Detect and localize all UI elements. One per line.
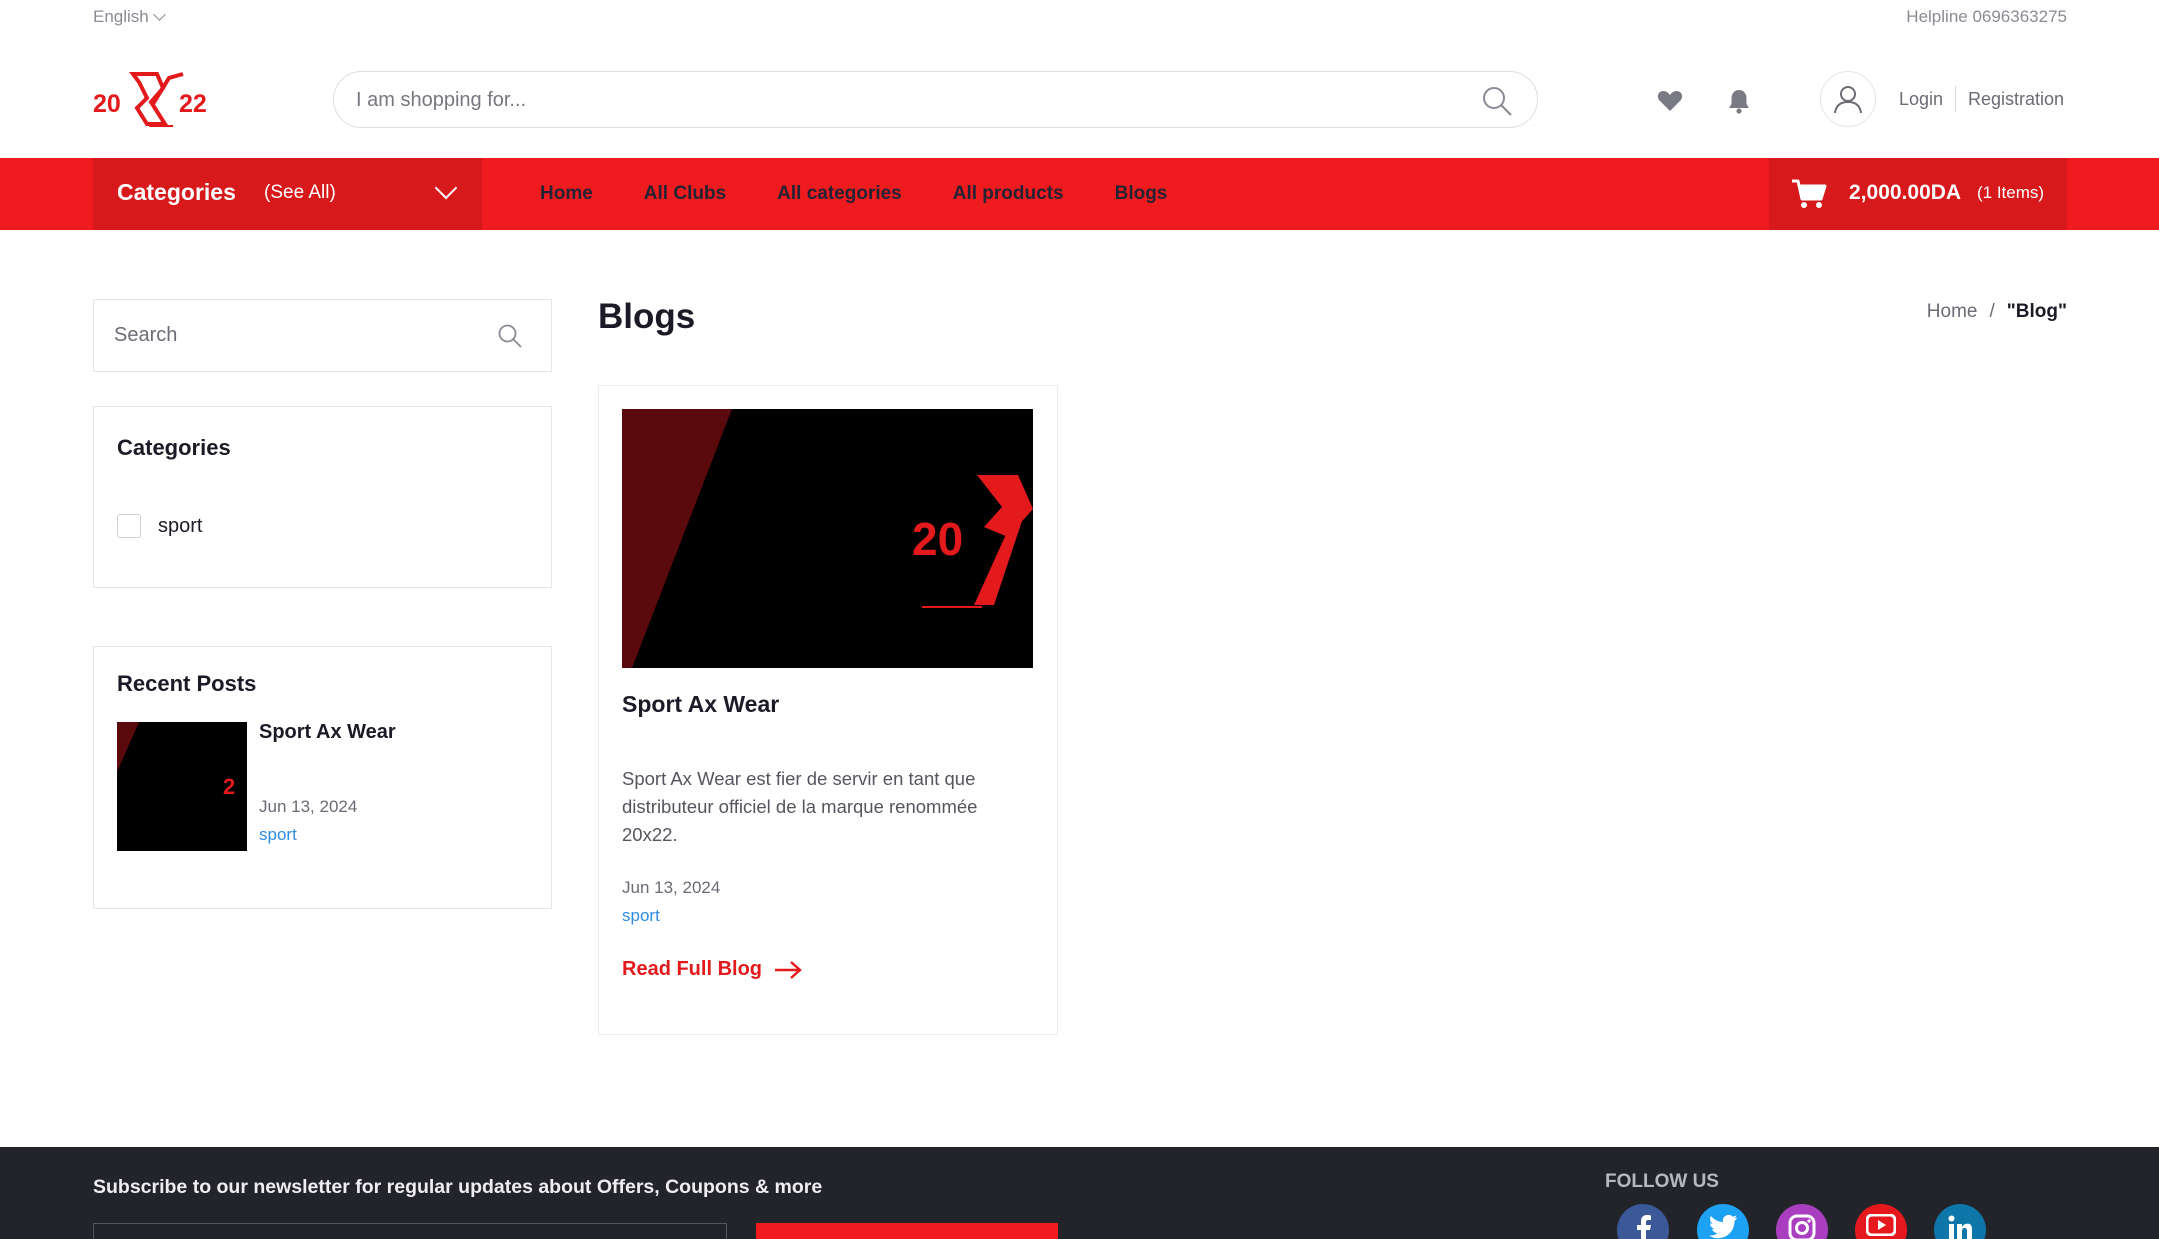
svg-text:20: 20 bbox=[93, 90, 121, 118]
user-icon bbox=[1834, 86, 1862, 114]
post-image: 20 bbox=[622, 409, 1033, 668]
top-bar: English Helpline 0696363275 bbox=[0, 0, 2159, 34]
read-full-blog-link[interactable]: Read Full Blog bbox=[622, 958, 802, 981]
svg-text:2: 2 bbox=[223, 774, 235, 799]
subscribe-button[interactable] bbox=[756, 1223, 1058, 1239]
instagram-icon[interactable] bbox=[1776, 1204, 1828, 1239]
categories-heading: Categories bbox=[117, 435, 231, 460]
recent-posts-panel: Recent Posts 2 Sport Ax Wear Jun 13, 202… bbox=[93, 646, 552, 909]
main-nav-bar: Categories (See All) Home All Clubs All … bbox=[0, 158, 2159, 230]
page-title: Blogs bbox=[598, 297, 696, 336]
categories-panel: Categories sport bbox=[93, 406, 552, 588]
divider bbox=[1955, 86, 1956, 112]
see-all-link[interactable]: (See All) bbox=[264, 182, 336, 204]
recent-post-date: Jun 13, 2024 bbox=[259, 797, 358, 816]
blog-search bbox=[93, 299, 552, 372]
checkbox[interactable] bbox=[117, 514, 141, 538]
language-label: English bbox=[93, 7, 149, 26]
chevron-down-icon bbox=[152, 8, 166, 21]
recent-post-thumbnail[interactable]: 2 bbox=[117, 722, 247, 851]
heart-icon[interactable] bbox=[1656, 87, 1684, 115]
newsletter-text: Subscribe to our newsletter for regular … bbox=[93, 1176, 823, 1198]
cart-amount: 2,000.00DA bbox=[1849, 181, 1962, 204]
breadcrumb-home[interactable]: Home bbox=[1927, 301, 1978, 323]
footer: Subscribe to our newsletter for regular … bbox=[0, 1147, 2159, 1239]
newsletter-email-input[interactable] bbox=[93, 1223, 727, 1239]
youtube-icon[interactable] bbox=[1855, 1204, 1907, 1239]
nav-link-all-clubs[interactable]: All Clubs bbox=[644, 183, 726, 205]
categories-dropdown[interactable]: Categories (See All) bbox=[93, 158, 482, 230]
category-filter-sport[interactable]: sport bbox=[117, 514, 202, 538]
nav-link-blogs[interactable]: Blogs bbox=[1115, 183, 1168, 205]
product-search bbox=[333, 71, 1538, 128]
blog-card: 20 Sport Ax Wear Sport Ax Wear est fier … bbox=[598, 385, 1058, 1035]
svg-text:22: 22 bbox=[179, 90, 207, 118]
login-link[interactable]: Login bbox=[1899, 89, 1943, 110]
recent-post-category[interactable]: sport bbox=[259, 825, 297, 845]
linkedin-icon[interactable] bbox=[1934, 1204, 1986, 1239]
registration-link[interactable]: Registration bbox=[1968, 89, 2064, 110]
breadcrumb: Home / "Blog" bbox=[1927, 301, 2067, 323]
follow-us-heading: FOLLOW US bbox=[1605, 1171, 1719, 1192]
brand-logo[interactable]: 20 22 bbox=[93, 68, 221, 130]
bell-icon[interactable] bbox=[1725, 87, 1753, 115]
cart-icon bbox=[1792, 179, 1827, 208]
blog-search-input[interactable] bbox=[114, 320, 474, 350]
svg-text:20: 20 bbox=[912, 513, 963, 565]
breadcrumb-separator: / bbox=[1989, 301, 1995, 322]
recent-posts-heading: Recent Posts bbox=[117, 671, 257, 696]
twitter-icon[interactable] bbox=[1697, 1204, 1749, 1239]
search-icon[interactable] bbox=[497, 323, 523, 349]
facebook-icon[interactable] bbox=[1617, 1204, 1669, 1239]
post-image: 2 bbox=[117, 722, 247, 851]
chevron-down-icon bbox=[434, 176, 458, 200]
blog-card-title[interactable]: Sport Ax Wear bbox=[622, 691, 779, 718]
nav-link-all-products[interactable]: All products bbox=[953, 183, 1064, 205]
cart-button[interactable]: 2,000.00DA (1 Items) bbox=[1769, 158, 2067, 230]
header: 20 22 Login Registration bbox=[0, 34, 2159, 158]
cart-item-count: (1 Items) bbox=[1977, 183, 2045, 202]
helpline-text: Helpline 0696363275 bbox=[1906, 7, 2067, 26]
blog-card-excerpt: Sport Ax Wear est fier de servir en tant… bbox=[622, 768, 978, 845]
search-icon[interactable] bbox=[1481, 85, 1513, 117]
nav-link-all-categories[interactable]: All categories bbox=[777, 183, 902, 205]
blog-card-category[interactable]: sport bbox=[622, 906, 660, 926]
account-avatar[interactable] bbox=[1820, 71, 1876, 127]
breadcrumb-current: "Blog" bbox=[2006, 301, 2067, 322]
read-full-blog-label: Read Full Blog bbox=[622, 958, 762, 980]
language-selector[interactable]: English bbox=[93, 7, 166, 27]
nav-link-home[interactable]: Home bbox=[540, 183, 593, 205]
blog-card-date: Jun 13, 2024 bbox=[622, 878, 721, 897]
blog-card-image[interactable]: 20 bbox=[622, 409, 1033, 668]
nav-links: Home All Clubs All categories All produc… bbox=[540, 158, 1218, 230]
recent-post-title[interactable]: Sport Ax Wear bbox=[259, 721, 396, 744]
category-label: sport bbox=[158, 514, 203, 537]
search-input[interactable] bbox=[356, 84, 1456, 116]
arrow-right-icon bbox=[775, 960, 802, 979]
categories-label: Categories bbox=[117, 179, 236, 205]
